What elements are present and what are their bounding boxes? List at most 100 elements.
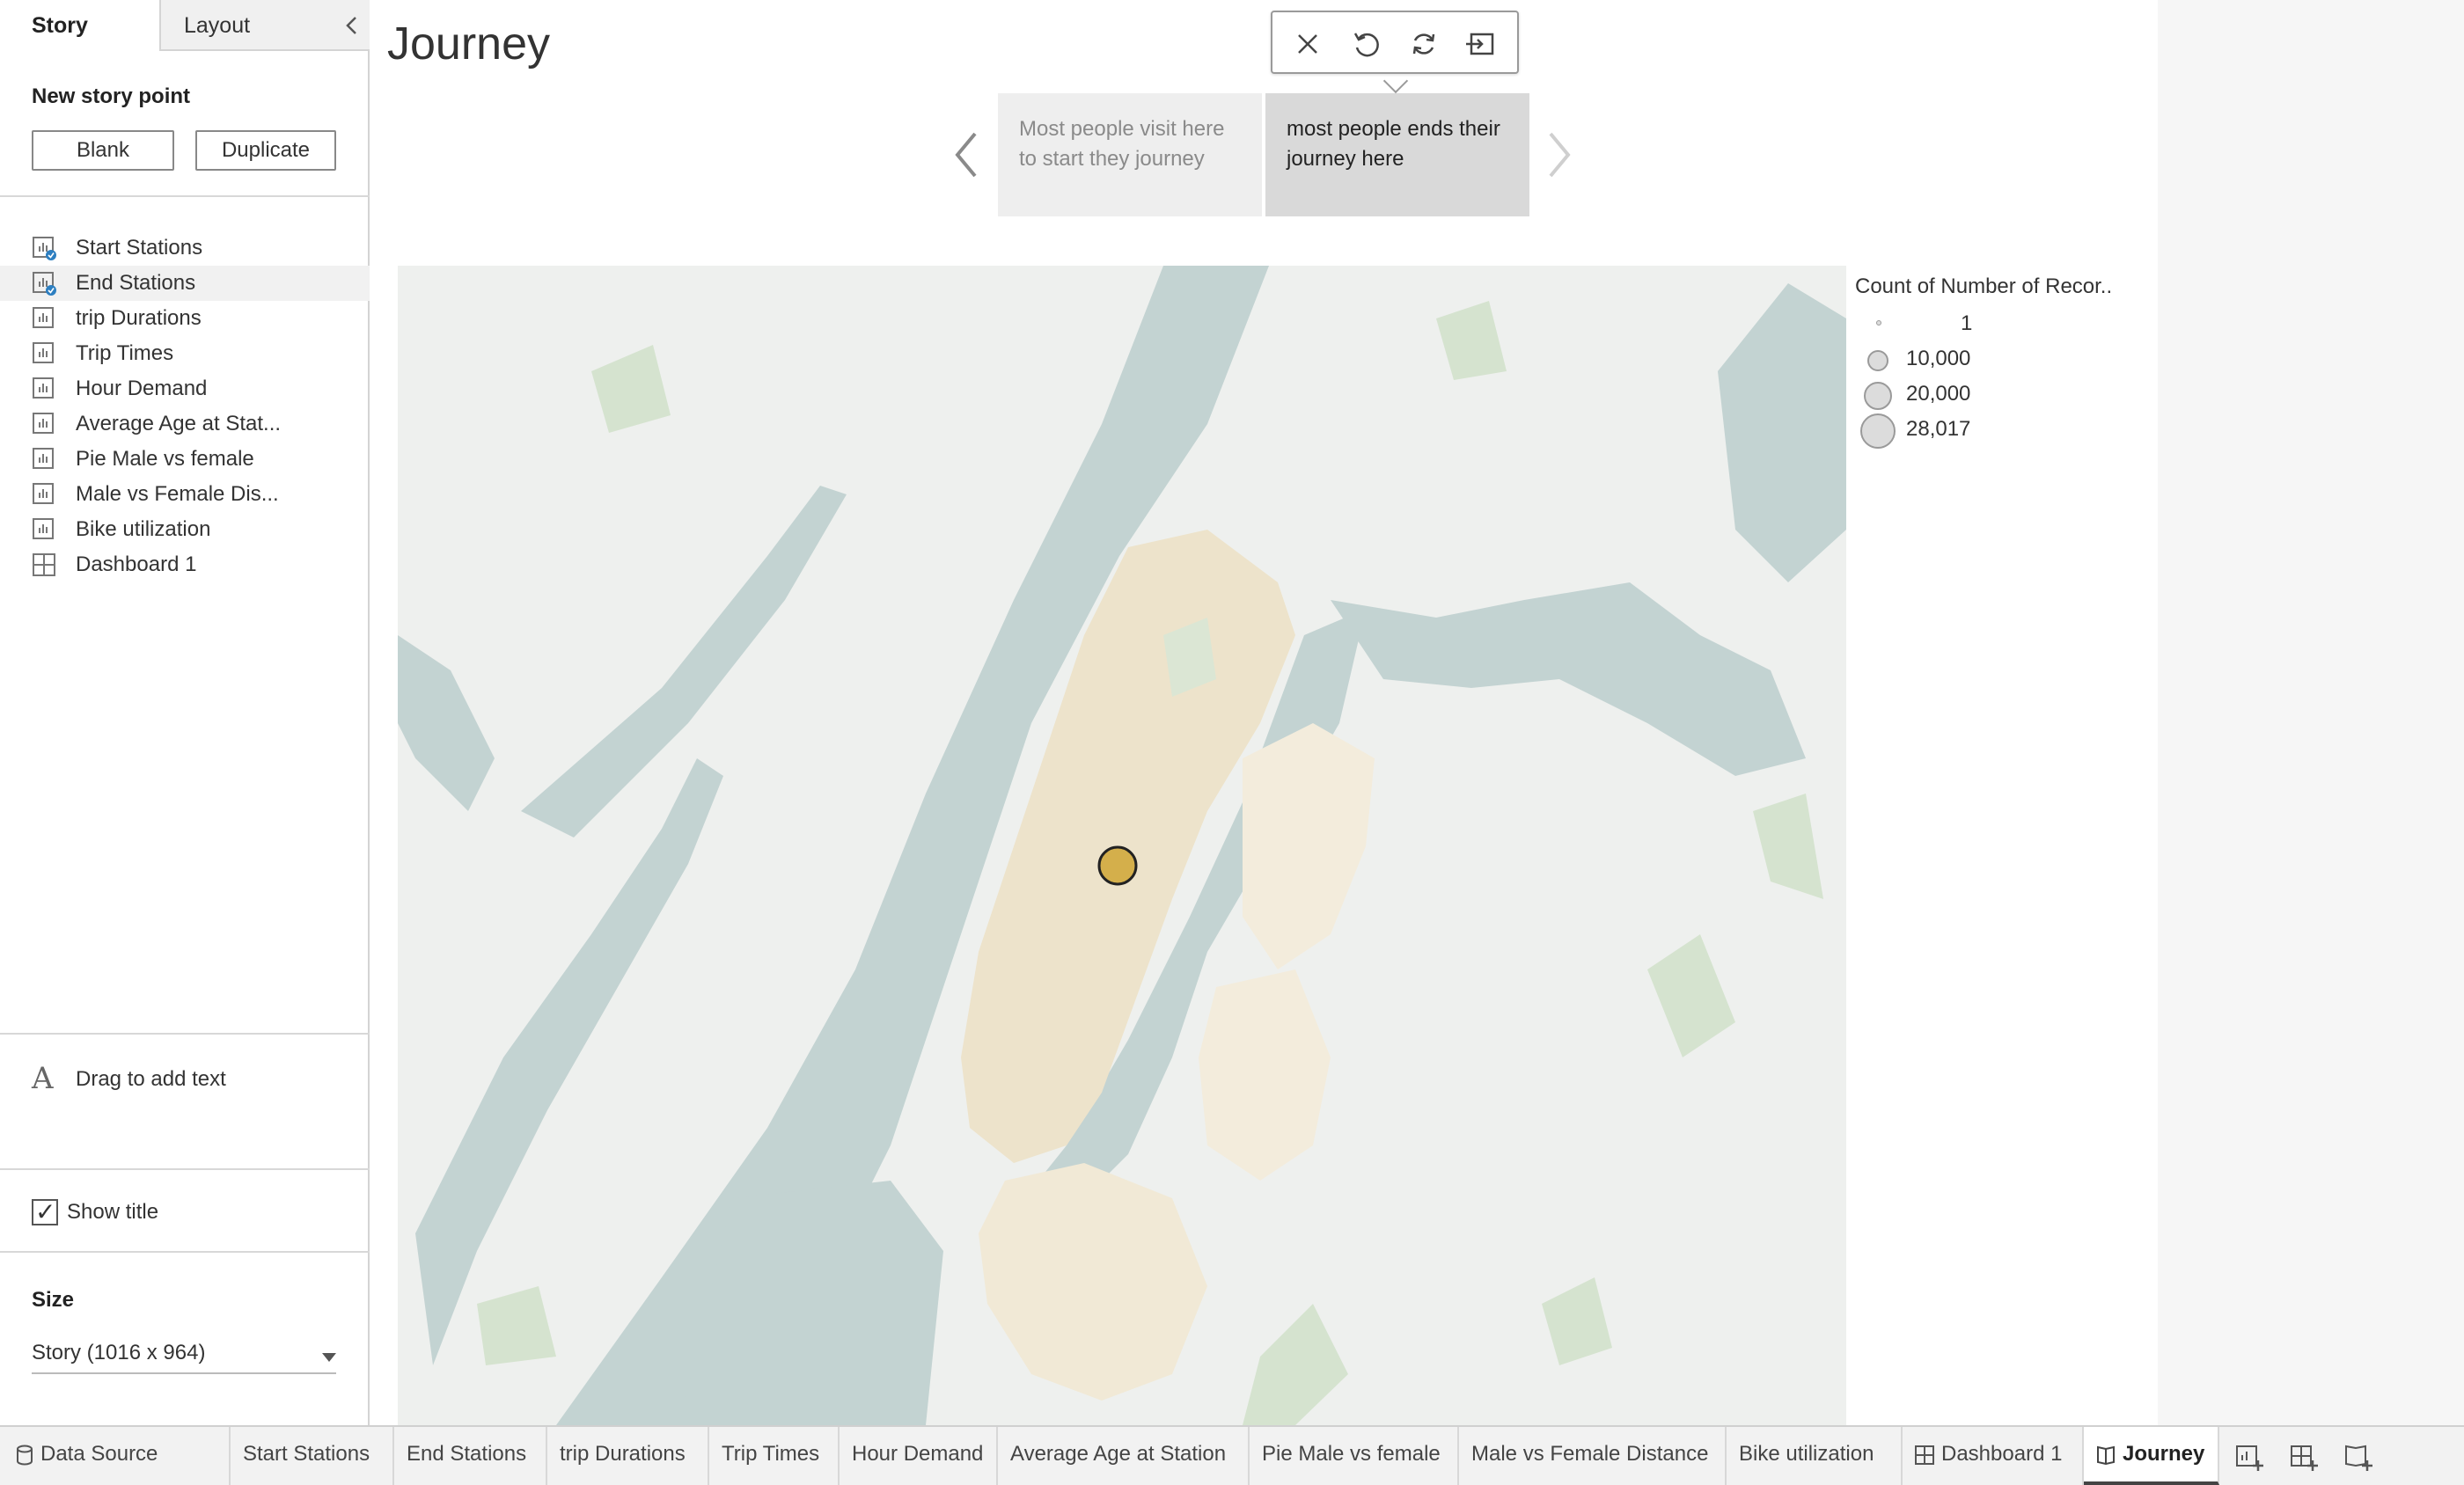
sheet-item-label: Bike utilization — [76, 517, 211, 541]
worksheet-icon — [33, 342, 54, 363]
tab-label: Dashboard 1 — [1941, 1442, 2063, 1466]
tab-trip-times[interactable]: Trip Times — [709, 1427, 840, 1485]
worksheet-icon — [33, 307, 54, 328]
story-point-2[interactable]: most people ends their journey here — [1265, 93, 1529, 216]
worksheet-icon — [33, 413, 54, 434]
new-worksheet-icon[interactable] — [2233, 1439, 2269, 1474]
tab-start-stations[interactable]: Start Stations — [231, 1427, 394, 1485]
tab-label: Pie Male vs female — [1262, 1442, 1441, 1466]
sheet-item-trip-times[interactable]: Trip Times — [0, 336, 370, 371]
save-as-new-icon[interactable] — [1463, 25, 1501, 63]
sheet-item-label: Pie Male vs female — [76, 447, 254, 471]
size-value: Story (1016 x 964) — [32, 1341, 206, 1364]
tab-label: trip Durations — [560, 1442, 686, 1466]
sheet-item-trip-durations[interactable]: trip Durations — [0, 301, 370, 336]
dashboard-icon — [1915, 1445, 1934, 1465]
legend-label: 10,000 — [1906, 347, 1971, 370]
dashboard-icon — [33, 553, 55, 576]
size-heading: Size — [32, 1288, 75, 1312]
legend-label: 1 — [1961, 311, 1973, 335]
legend-swatch — [1864, 382, 1892, 410]
sheet-item-average-age[interactable]: Average Age at Stat... — [0, 406, 370, 442]
legend-label: 20,000 — [1906, 382, 1971, 406]
divider — [0, 195, 370, 197]
show-title-label: Show title — [67, 1200, 159, 1224]
new-story-icon[interactable] — [2343, 1439, 2378, 1474]
collapse-pane-chevron-left-icon[interactable] — [340, 12, 364, 39]
show-title-checkbox[interactable]: ✓ — [32, 1198, 58, 1225]
legend-swatch — [1876, 320, 1881, 326]
selected-end-station-mark[interactable] — [1097, 845, 1138, 886]
legend-item: 28,017 — [1855, 412, 2154, 449]
divider — [0, 1251, 370, 1253]
sheet-tab-bar: Data Source Start Stations End Stations … — [0, 1425, 2464, 1485]
next-story-point-arrow-icon[interactable] — [1544, 128, 1575, 181]
tab-label: Journey — [2123, 1442, 2205, 1466]
worksheet-icon — [33, 483, 54, 504]
drag-text-label: Drag to add text — [76, 1067, 226, 1091]
legend-label: 28,017 — [1906, 417, 1971, 441]
sheet-item-label: Male vs Female Dis... — [76, 482, 279, 506]
tab-bike-utilization[interactable]: Bike utilization — [1727, 1427, 1903, 1485]
story-pane: Story Layout New story point Blank Dupli… — [0, 0, 370, 1425]
sheet-item-end-stations[interactable]: End Stations — [0, 266, 370, 301]
legend-swatch — [1860, 413, 1896, 449]
update-refresh-icon[interactable] — [1404, 25, 1443, 63]
sheet-item-bike-utilization[interactable]: Bike utilization — [0, 512, 370, 547]
sheet-item-dashboard-1[interactable]: Dashboard 1 — [0, 547, 370, 582]
highlight-layer — [1097, 845, 1138, 886]
caret-down-icon — [322, 1353, 336, 1362]
tab-average-age-at-station[interactable]: Average Age at Station — [998, 1427, 1250, 1485]
database-icon — [17, 1445, 33, 1466]
sheet-item-male-female-distance[interactable]: Male vs Female Dis... — [0, 477, 370, 512]
tab-trip-durations[interactable]: trip Durations — [547, 1427, 709, 1485]
worksheet-used-icon — [33, 272, 56, 296]
tab-dashboard-1[interactable]: Dashboard 1 — [1903, 1427, 2084, 1485]
map-view[interactable] — [398, 266, 1846, 1425]
story-point-caption: Most people visit here to start they jou… — [1019, 117, 1225, 171]
legend-title: Count of Number of Recor.. — [1855, 274, 2113, 298]
size-dropdown[interactable]: Story (1016 x 964) — [32, 1339, 336, 1374]
canvas-margin — [2158, 0, 2464, 1425]
tab-hour-demand[interactable]: Hour Demand — [840, 1427, 998, 1485]
blank-button[interactable]: Blank — [32, 130, 174, 171]
story-point-1[interactable]: Most people visit here to start they jou… — [998, 93, 1262, 216]
tab-label: Data Source — [40, 1442, 158, 1466]
story-point-toolbar — [1271, 11, 1519, 74]
tab-male-vs-female-distance[interactable]: Male vs Female Distance — [1459, 1427, 1727, 1485]
sheet-item-label: End Stations — [76, 271, 196, 295]
delete-close-icon[interactable] — [1288, 25, 1327, 63]
tab-journey[interactable]: Journey — [2084, 1427, 2219, 1485]
checkmark-icon: ✓ — [35, 1198, 56, 1225]
tab-pie-male-vs-female[interactable]: Pie Male vs female — [1250, 1427, 1459, 1485]
tab-story[interactable]: Story — [0, 0, 161, 51]
tab-end-stations[interactable]: End Stations — [394, 1427, 547, 1485]
previous-story-point-arrow-icon[interactable] — [950, 128, 982, 181]
new-dashboard-icon[interactable] — [2288, 1439, 2323, 1474]
tab-label: Male vs Female Distance — [1471, 1442, 1709, 1466]
worksheet-used-icon — [33, 237, 56, 260]
revert-icon[interactable] — [1346, 25, 1385, 63]
sheet-item-label: Average Age at Stat... — [76, 412, 282, 435]
sheet-item-start-stations[interactable]: Start Stations — [0, 230, 370, 266]
tab-label: Bike utilization — [1739, 1442, 1874, 1466]
sheet-item-label: Trip Times — [76, 341, 174, 365]
sheet-item-label: Start Stations — [76, 236, 203, 260]
legend-swatch — [1867, 350, 1888, 371]
legend-item: 10,000 — [1855, 341, 2154, 377]
tab-label: Average Age at Station — [1010, 1442, 1227, 1466]
duplicate-button[interactable]: Duplicate — [195, 130, 336, 171]
sheet-item-label: trip Durations — [76, 306, 202, 330]
tab-label: End Stations — [407, 1442, 527, 1466]
sheet-item-label: Dashboard 1 — [76, 552, 197, 576]
legend-item: 20,000 — [1855, 377, 2154, 412]
story-title: Journey — [387, 18, 550, 69]
story-point-caption: most people ends their journey here — [1287, 117, 1500, 171]
tab-layout[interactable]: Layout — [161, 0, 370, 51]
sheet-item-pie-male-female[interactable]: Pie Male vs female — [0, 442, 370, 477]
tab-data-source[interactable]: Data Source — [0, 1427, 231, 1485]
sheet-item-hour-demand[interactable]: Hour Demand — [0, 371, 370, 406]
worksheet-icon — [33, 518, 54, 539]
sheet-item-label: Hour Demand — [76, 377, 208, 400]
tab-label: Hour Demand — [852, 1442, 984, 1466]
